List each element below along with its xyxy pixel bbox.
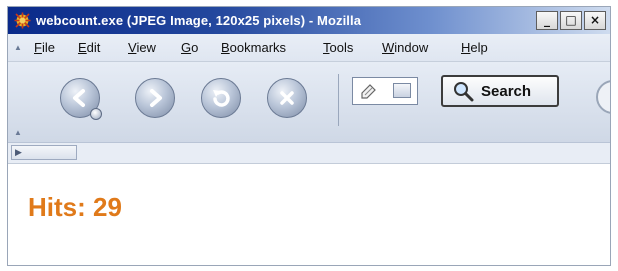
menu-tools[interactable]: Tools [323, 40, 353, 55]
forward-button[interactable] [135, 78, 175, 118]
mozilla-icon [14, 12, 31, 29]
window-title: webcount.exe (JPEG Image, 120x25 pixels)… [36, 13, 362, 28]
search-button[interactable]: Search [441, 75, 559, 107]
page-proxy-icon [361, 84, 376, 99]
menu-window[interactable]: Window [382, 40, 428, 55]
minimize-button[interactable]: _ [536, 11, 558, 30]
throbber-icon [596, 80, 610, 114]
menu-go[interactable]: Go [181, 40, 198, 55]
menu-bar: ▲ File Edit View Go Bookmarks Tools Wind… [8, 34, 610, 62]
toolbar-separator [338, 74, 339, 126]
back-icon [73, 89, 85, 107]
menu-edit[interactable]: Edit [78, 40, 100, 55]
stop-button[interactable] [267, 78, 307, 118]
maximize-button[interactable]: □ [560, 11, 582, 30]
title-bar[interactable]: webcount.exe (JPEG Image, 120x25 pixels)… [8, 7, 610, 34]
toolbar-grip-icon[interactable]: ▲ [14, 128, 22, 137]
navigation-toolbar: ▲ Search [8, 62, 610, 143]
menu-view[interactable]: View [128, 40, 156, 55]
stop-icon [280, 91, 294, 105]
reload-button[interactable] [201, 78, 241, 118]
page-content: Hits: 29 [8, 164, 610, 265]
menu-bookmarks[interactable]: Bookmarks [221, 40, 286, 55]
magnifier-icon [454, 82, 474, 102]
reload-icon [213, 90, 230, 107]
menu-help[interactable]: Help [461, 40, 488, 55]
url-bar[interactable] [352, 77, 418, 105]
hit-counter-text: Hits: 29 [28, 192, 122, 222]
window-controls: _ □ × [536, 11, 606, 30]
close-button[interactable]: × [584, 11, 606, 30]
dropdown-icon[interactable] [393, 83, 411, 98]
menubar-grip-icon[interactable]: ▲ [14, 43, 22, 52]
search-label: Search [481, 83, 532, 100]
back-history-dropdown[interactable] [90, 108, 102, 120]
menu-file[interactable]: File [34, 40, 55, 55]
browser-window: webcount.exe (JPEG Image, 120x25 pixels)… [7, 6, 611, 266]
forward-icon [150, 89, 162, 107]
tab-strip: ▶ [8, 143, 610, 164]
tab-scroll-button[interactable]: ▶ [11, 145, 77, 160]
